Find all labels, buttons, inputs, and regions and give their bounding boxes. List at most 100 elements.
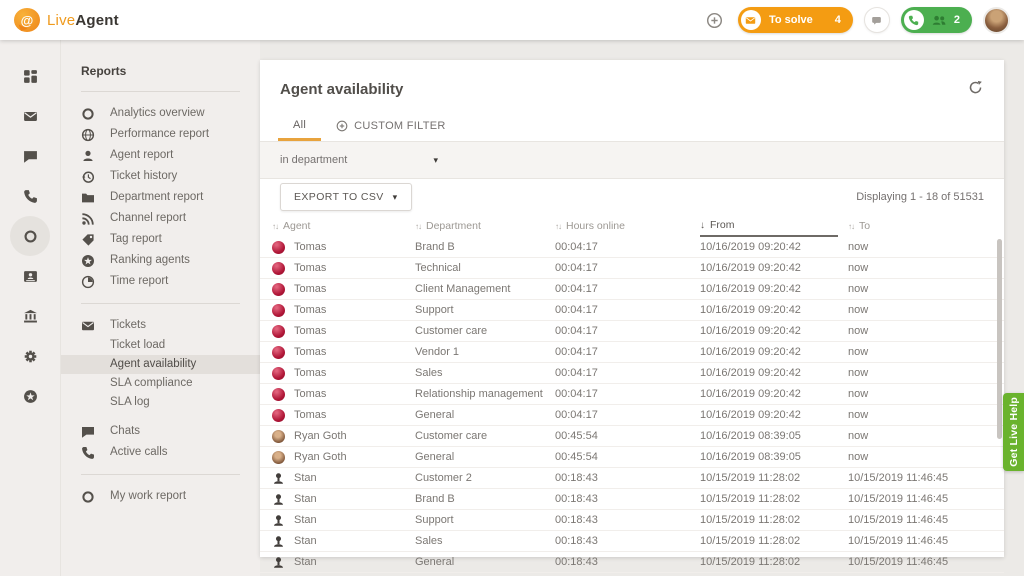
hours-online-cell: 00:04:17 xyxy=(555,262,700,274)
hours-online-cell: 00:18:43 xyxy=(555,556,700,568)
table-row[interactable]: TomasGeneral00:04:1710/16/2019 09:20:42n… xyxy=(260,405,1004,426)
sidebar-item-ranking-agents[interactable]: Ranking agents xyxy=(61,250,260,271)
to-cell: now xyxy=(848,241,994,253)
agent-cell: Tomas xyxy=(272,262,415,275)
to-cell: now xyxy=(848,409,994,421)
rail-item-company[interactable] xyxy=(10,296,50,336)
table-row[interactable]: StanGeneral00:18:4310/15/2019 11:28:0210… xyxy=(260,552,1004,573)
agent-name: Stan xyxy=(294,556,317,568)
table-row[interactable]: Ryan GothGeneral00:45:5410/16/2019 08:39… xyxy=(260,447,1004,468)
sidebar-item-label: My work report xyxy=(110,489,186,504)
rail-item-reports[interactable] xyxy=(10,216,50,256)
calls-icon xyxy=(23,189,38,204)
table-row[interactable]: TomasSales00:04:1710/16/2019 09:20:42now xyxy=(260,363,1004,384)
column-header-from[interactable]: ↓From xyxy=(700,215,838,237)
export-to-csv-button[interactable]: EXPORT TO CSV ▾ xyxy=(280,183,412,211)
sort-desc-icon: ↓ xyxy=(700,220,705,231)
table-row[interactable]: TomasBrand B00:04:1710/16/2019 09:20:42n… xyxy=(260,237,1004,258)
sidebar-item-ticket-history[interactable]: Ticket history xyxy=(61,166,260,187)
table-row[interactable]: Ryan GothCustomer care00:45:5410/16/2019… xyxy=(260,426,1004,447)
sidebar-item-my-work-report[interactable]: My work report xyxy=(61,486,260,507)
column-header-to[interactable]: ↑↓To xyxy=(848,215,994,237)
get-live-help-ribbon[interactable]: Get Live Help xyxy=(1003,393,1024,471)
sidebar-item-tickets[interactable]: Tickets xyxy=(61,315,260,336)
to-solve-button[interactable]: To solve 4 xyxy=(738,7,853,33)
hours-online-cell: 00:18:43 xyxy=(555,472,700,484)
table-row[interactable]: StanSales00:18:4310/15/2019 11:28:0210/1… xyxy=(260,531,1004,552)
table-row[interactable]: TomasSupport00:04:1710/16/2019 09:20:42n… xyxy=(260,300,1004,321)
from-cell: 10/16/2019 08:39:05 xyxy=(700,430,848,442)
table-row[interactable]: StanSupport00:18:4310/15/2019 11:28:0210… xyxy=(260,510,1004,531)
sidebar-subitem-ticket-load[interactable]: Ticket load xyxy=(61,336,260,355)
sidebar-item-channel-report[interactable]: Channel report xyxy=(61,208,260,229)
hours-online-cell: 00:04:17 xyxy=(555,241,700,253)
to-solve-count: 4 xyxy=(835,14,841,26)
sidebar-item-label: Chats xyxy=(110,424,140,439)
agent-cell: Tomas xyxy=(272,304,415,317)
table-row[interactable]: TomasCustomer care00:04:1710/16/2019 09:… xyxy=(260,321,1004,342)
rail-item-tickets[interactable] xyxy=(10,96,50,136)
rail-item-contacts[interactable] xyxy=(10,256,50,296)
history-icon xyxy=(81,170,95,184)
agent-cell: Tomas xyxy=(272,409,415,422)
sidebar-item-performance-report[interactable]: Performance report xyxy=(61,124,260,145)
sidebar-item-agent-report[interactable]: Agent report xyxy=(61,145,260,166)
user-avatar[interactable] xyxy=(983,7,1010,34)
sidebar-subitem-agent-availability[interactable]: Agent availability xyxy=(61,355,260,374)
sidebar-item-tag-report[interactable]: Tag report xyxy=(61,229,260,250)
from-cell: 10/16/2019 09:20:42 xyxy=(700,283,848,295)
department-cell: Sales xyxy=(415,367,555,379)
table-row[interactable]: StanCustomer 200:18:4310/15/2019 11:28:0… xyxy=(260,468,1004,489)
sidebar-item-active-calls[interactable]: Active calls xyxy=(61,442,260,463)
page-title: Agent availability xyxy=(280,81,984,98)
agent-name: Tomas xyxy=(294,367,326,379)
table-row[interactable]: TomasRelationship management00:04:1710/1… xyxy=(260,384,1004,405)
sidebar-item-label: Department report xyxy=(110,190,203,205)
agent-avatar xyxy=(272,241,285,254)
agent-cell: Tomas xyxy=(272,388,415,401)
company-icon xyxy=(23,309,38,324)
agent-cell: Tomas xyxy=(272,346,415,359)
agents-online-icon xyxy=(932,14,946,26)
column-header-hours-online[interactable]: ↑↓Hours online xyxy=(555,215,700,237)
add-new-button[interactable] xyxy=(703,8,727,32)
sidebar-item-time-report[interactable]: Time report xyxy=(61,271,260,292)
rail-item-calls[interactable] xyxy=(10,176,50,216)
tab-all[interactable]: All xyxy=(278,111,321,141)
sidebar-item-department-report[interactable]: Department report xyxy=(61,187,260,208)
agent-avatar xyxy=(272,262,285,275)
time-icon xyxy=(81,275,95,289)
table-row[interactable]: TomasClient Management00:04:1710/16/2019… xyxy=(260,279,1004,300)
column-header-department[interactable]: ↑↓Department xyxy=(415,215,555,237)
sidebar-item-chats[interactable]: Chats xyxy=(61,421,260,442)
rail-item-achievements[interactable] xyxy=(10,376,50,416)
rail-item-chats[interactable] xyxy=(10,136,50,176)
from-cell: 10/16/2019 08:39:05 xyxy=(700,451,848,463)
rail-item-dashboard[interactable] xyxy=(10,56,50,96)
table-row[interactable]: TomasVendor 100:04:1710/16/2019 09:20:42… xyxy=(260,342,1004,363)
sidebar-subitem-sla-log[interactable]: SLA log xyxy=(61,393,260,412)
table-scrollbar[interactable] xyxy=(997,239,1002,439)
chats-indicator-button[interactable] xyxy=(864,7,890,33)
person-icon xyxy=(81,149,95,163)
refresh-button[interactable] xyxy=(968,80,984,96)
agent-avatar xyxy=(272,556,285,569)
calls-status-button[interactable]: 2 xyxy=(901,7,972,33)
agent-avatar xyxy=(272,388,285,401)
agent-avatar xyxy=(272,451,285,464)
hours-online-cell: 00:04:17 xyxy=(555,346,700,358)
hours-online-cell: 00:45:54 xyxy=(555,430,700,442)
department-filter-select[interactable]: in department ▾ xyxy=(280,154,438,166)
from-cell: 10/16/2019 09:20:42 xyxy=(700,241,848,253)
table-row[interactable]: TomasTechnical00:04:1710/16/2019 09:20:4… xyxy=(260,258,1004,279)
department-cell: Brand B xyxy=(415,241,555,253)
sidebar-item-label: Ticket history xyxy=(110,169,177,184)
tab-custom-filter[interactable]: CUSTOM FILTER xyxy=(321,111,461,141)
table-row[interactable]: StanBrand B00:18:4310/15/2019 11:28:0210… xyxy=(260,489,1004,510)
divider xyxy=(81,474,240,475)
column-header-agent[interactable]: ↑↓Agent xyxy=(272,215,415,237)
rail-item-settings[interactable] xyxy=(10,336,50,376)
liveagent-logo[interactable]: @ LiveAgent xyxy=(14,8,119,32)
sidebar-subitem-sla-compliance[interactable]: SLA compliance xyxy=(61,374,260,393)
sidebar-item-analytics-overview[interactable]: Analytics overview xyxy=(61,103,260,124)
